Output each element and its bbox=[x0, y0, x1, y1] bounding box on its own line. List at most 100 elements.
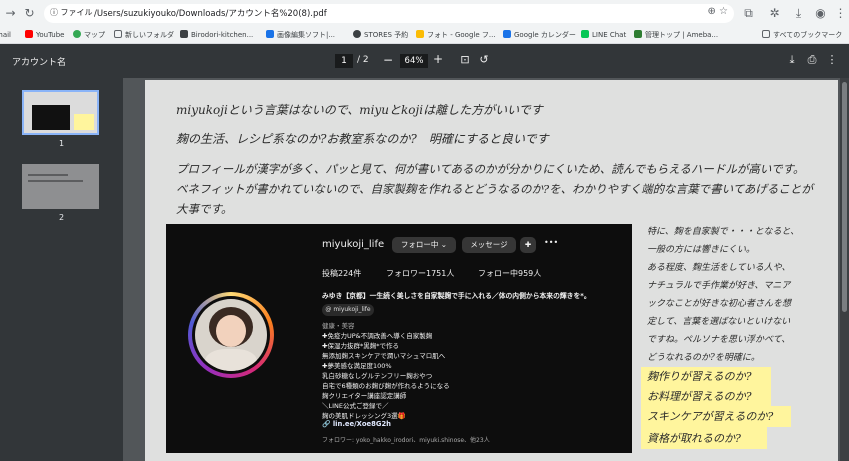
right-note-4: ナチュラルで手作業が好き、マニア bbox=[647, 281, 791, 291]
document-title: アカウント名 bbox=[12, 58, 67, 68]
rotate-icon[interactable]: ↺ bbox=[477, 53, 491, 66]
avatar-body bbox=[205, 349, 257, 371]
note-line-2: 麹の生活、レシピ系なのか?お教室系なのか? 明確にすると良いです bbox=[176, 132, 549, 146]
bio-line: ✚夢美感な満足度100% bbox=[322, 362, 392, 370]
zoom-out-button[interactable]: − bbox=[382, 53, 394, 67]
bio-line: 自宅で6種類のお麹び麹が作れるようになる bbox=[322, 382, 450, 390]
profile-icon[interactable]: ◉ bbox=[812, 5, 829, 22]
line-icon bbox=[581, 30, 589, 38]
zoom-bookmark-icons[interactable]: ⊕ ☆ bbox=[707, 6, 728, 17]
address-bar[interactable]: ⓘ ファイル /Users/suzukiyouko/Downloads/アカウン… bbox=[44, 4, 734, 23]
bookmark-mail[interactable]: mail bbox=[0, 29, 11, 41]
site-icon bbox=[180, 30, 188, 38]
bio-line: ✚保湿力抜群*黒麹*で作る bbox=[322, 342, 399, 350]
bookmark-ameba[interactable]: 管理トップ | Ameba... bbox=[634, 29, 718, 41]
right-note-7: ですね。ペルソナを思い浮かべて、 bbox=[647, 335, 791, 345]
reload-icon[interactable]: ↻ bbox=[21, 5, 38, 22]
avatar-face bbox=[216, 315, 246, 347]
calendar-icon bbox=[503, 30, 511, 38]
bio-line: 乳白砂糖なしグルテンフリー麹おやつ bbox=[322, 372, 433, 380]
post-count: 投稿224件 bbox=[322, 269, 362, 278]
bio-category: 健康・美容 bbox=[322, 322, 355, 330]
browser-toolbar: → ↻ ⓘ ファイル /Users/suzukiyouko/Downloads/… bbox=[0, 0, 849, 27]
page-total: / 2 bbox=[357, 55, 369, 65]
followed-by-text[interactable]: フォロワー: yoko_hakko_irodori、miyuki.shinose… bbox=[322, 435, 490, 444]
extensions-icon[interactable]: ⧉ bbox=[740, 5, 757, 22]
bookmark-maps[interactable]: マップ bbox=[73, 29, 105, 41]
highlight-question-1: 麹作りが習えるのか? bbox=[647, 370, 752, 383]
zoom-level-input[interactable]: 64% bbox=[400, 54, 428, 68]
site-info-chip[interactable]: ⓘ ファイル bbox=[50, 7, 93, 18]
bookmark-all[interactable]: すべてのブックマーク bbox=[762, 29, 842, 41]
info-icon: ⓘ bbox=[50, 8, 61, 17]
browser-menu-icon[interactable]: ⋮ bbox=[832, 5, 849, 22]
stores-icon bbox=[353, 30, 361, 38]
bookmark-youtube[interactable]: YouTube bbox=[25, 29, 64, 41]
thumbnail-label-2: 2 bbox=[58, 213, 65, 222]
following-button[interactable]: フォロー中 ⌄ bbox=[392, 237, 456, 253]
thumb-line bbox=[28, 180, 83, 182]
image-icon bbox=[266, 30, 274, 38]
zoom-in-button[interactable]: + bbox=[432, 52, 444, 66]
note-line-3b: ベネフィットが書かれていないので、自家製麹を作れるとどうなるのか?を、わかりやす… bbox=[176, 182, 813, 196]
highlight-question-2: お料理が習えるのか? bbox=[647, 390, 752, 403]
bookmark-image-editor[interactable]: 画像編集ソフト|... bbox=[266, 29, 335, 41]
add-person-icon[interactable]: ✚ bbox=[520, 237, 536, 253]
note-line-1: miyukojiという言葉はないので、miyuとkojiは離した方がいいです bbox=[176, 103, 543, 117]
right-note-5: ックなことが好きな初心者さんを想 bbox=[647, 299, 792, 309]
puzzle-icon[interactable]: ✲ bbox=[766, 5, 783, 22]
highlight-question-3: スキンケアが習えるのか? bbox=[647, 410, 774, 423]
thumb-image bbox=[32, 105, 70, 130]
folder-icon bbox=[114, 30, 122, 38]
right-note-6: 定して、言葉を選ばないといけない bbox=[647, 317, 791, 327]
map-pin-icon bbox=[73, 30, 81, 38]
url-text[interactable]: /Users/suzukiyouko/Downloads/アカウント名%20(8… bbox=[94, 7, 327, 19]
photos-icon bbox=[416, 30, 424, 38]
youtube-icon bbox=[25, 30, 33, 38]
bio-line: ＼LINE公式ご登録で／ bbox=[322, 402, 389, 410]
download-icon[interactable]: ⤓ bbox=[790, 5, 807, 22]
profile-name: みゆき【京都】一生続く美しさを自家製麹で手に入れる／体の内側から本来の輝きを*。 bbox=[322, 292, 591, 300]
right-note-3: ある程度、麹生活をしている人や、 bbox=[647, 263, 791, 273]
profile-link[interactable]: 🔗 lin.ee/Xoe8G2h bbox=[322, 420, 391, 428]
more-options-icon[interactable]: ••• bbox=[544, 238, 558, 247]
note-line-3c: 大事です。 bbox=[176, 202, 233, 216]
instagram-username: miyukoji_life bbox=[322, 239, 385, 250]
bookmark-birodori[interactable]: Birodori-kitchen... bbox=[180, 29, 253, 41]
folder-icon bbox=[762, 30, 770, 38]
right-note-1: 特に、麹を自家製で・・・となると、 bbox=[647, 227, 800, 237]
bookmark-line[interactable]: LINE Chat bbox=[581, 29, 626, 41]
print-icon[interactable]: ⎙ bbox=[805, 53, 819, 67]
scrollbar-thumb[interactable] bbox=[842, 82, 847, 312]
pdf-toolbar: アカウント名 1 / 2 − 64% + ⊡ ↺ ⤓ ⎙ ⋮ bbox=[0, 44, 849, 78]
bookmark-calendar[interactable]: Google カレンダー bbox=[503, 29, 576, 41]
thumb-line bbox=[28, 174, 68, 176]
right-note-8: どうなれるのか?を明確に。 bbox=[647, 353, 760, 363]
page-number-input[interactable]: 1 bbox=[335, 54, 353, 68]
thumbnail-page-2[interactable] bbox=[22, 164, 99, 209]
threads-badge[interactable]: @ miyukoji_life bbox=[322, 304, 374, 316]
bookmark-stores[interactable]: STORES 予約 bbox=[353, 29, 408, 41]
thumbnail-page-1[interactable] bbox=[22, 90, 99, 135]
pdf-download-icon[interactable]: ⤓ bbox=[785, 53, 799, 67]
following-count[interactable]: フォロー中959人 bbox=[478, 268, 541, 279]
thumbnail-sidebar: 1 2 bbox=[0, 78, 123, 461]
follower-count[interactable]: フォロワー1751人 bbox=[386, 268, 454, 279]
pdf-menu-icon[interactable]: ⋮ bbox=[825, 53, 839, 66]
ameba-icon bbox=[634, 30, 642, 38]
thumb-highlight bbox=[74, 114, 94, 130]
forward-icon[interactable]: → bbox=[2, 5, 19, 22]
instagram-profile-screenshot: miyukoji_life フォロー中 ⌄ メッセージ ✚ ••• 投稿224件… bbox=[166, 224, 632, 453]
note-line-3a: プロフィールが漢字が多く、パッと見て、何が書いてあるのかが分かりにくいため、読ん… bbox=[176, 162, 805, 176]
bookmark-photos[interactable]: フォト - Google フ... bbox=[416, 29, 496, 41]
avatar[interactable] bbox=[195, 299, 267, 371]
highlight-question-4: 資格が取れるのか? bbox=[647, 432, 741, 445]
bookmark-folder[interactable]: 新しいフォルダ bbox=[114, 29, 174, 41]
message-button[interactable]: メッセージ bbox=[462, 237, 516, 253]
bookmarks-bar: mail YouTube マップ 新しいフォルダ Birodori-kitche… bbox=[0, 27, 849, 44]
thumbnail-label-1: 1 bbox=[58, 139, 65, 148]
fit-page-icon[interactable]: ⊡ bbox=[458, 53, 472, 66]
bio-line: 麹クリエイター講座認定講師 bbox=[322, 392, 407, 400]
bio-line: 無添加麹スキンケアで潤いマシュマロ肌へ bbox=[322, 352, 446, 360]
right-note-2: 一般の方には響きにくい。 bbox=[647, 245, 755, 255]
